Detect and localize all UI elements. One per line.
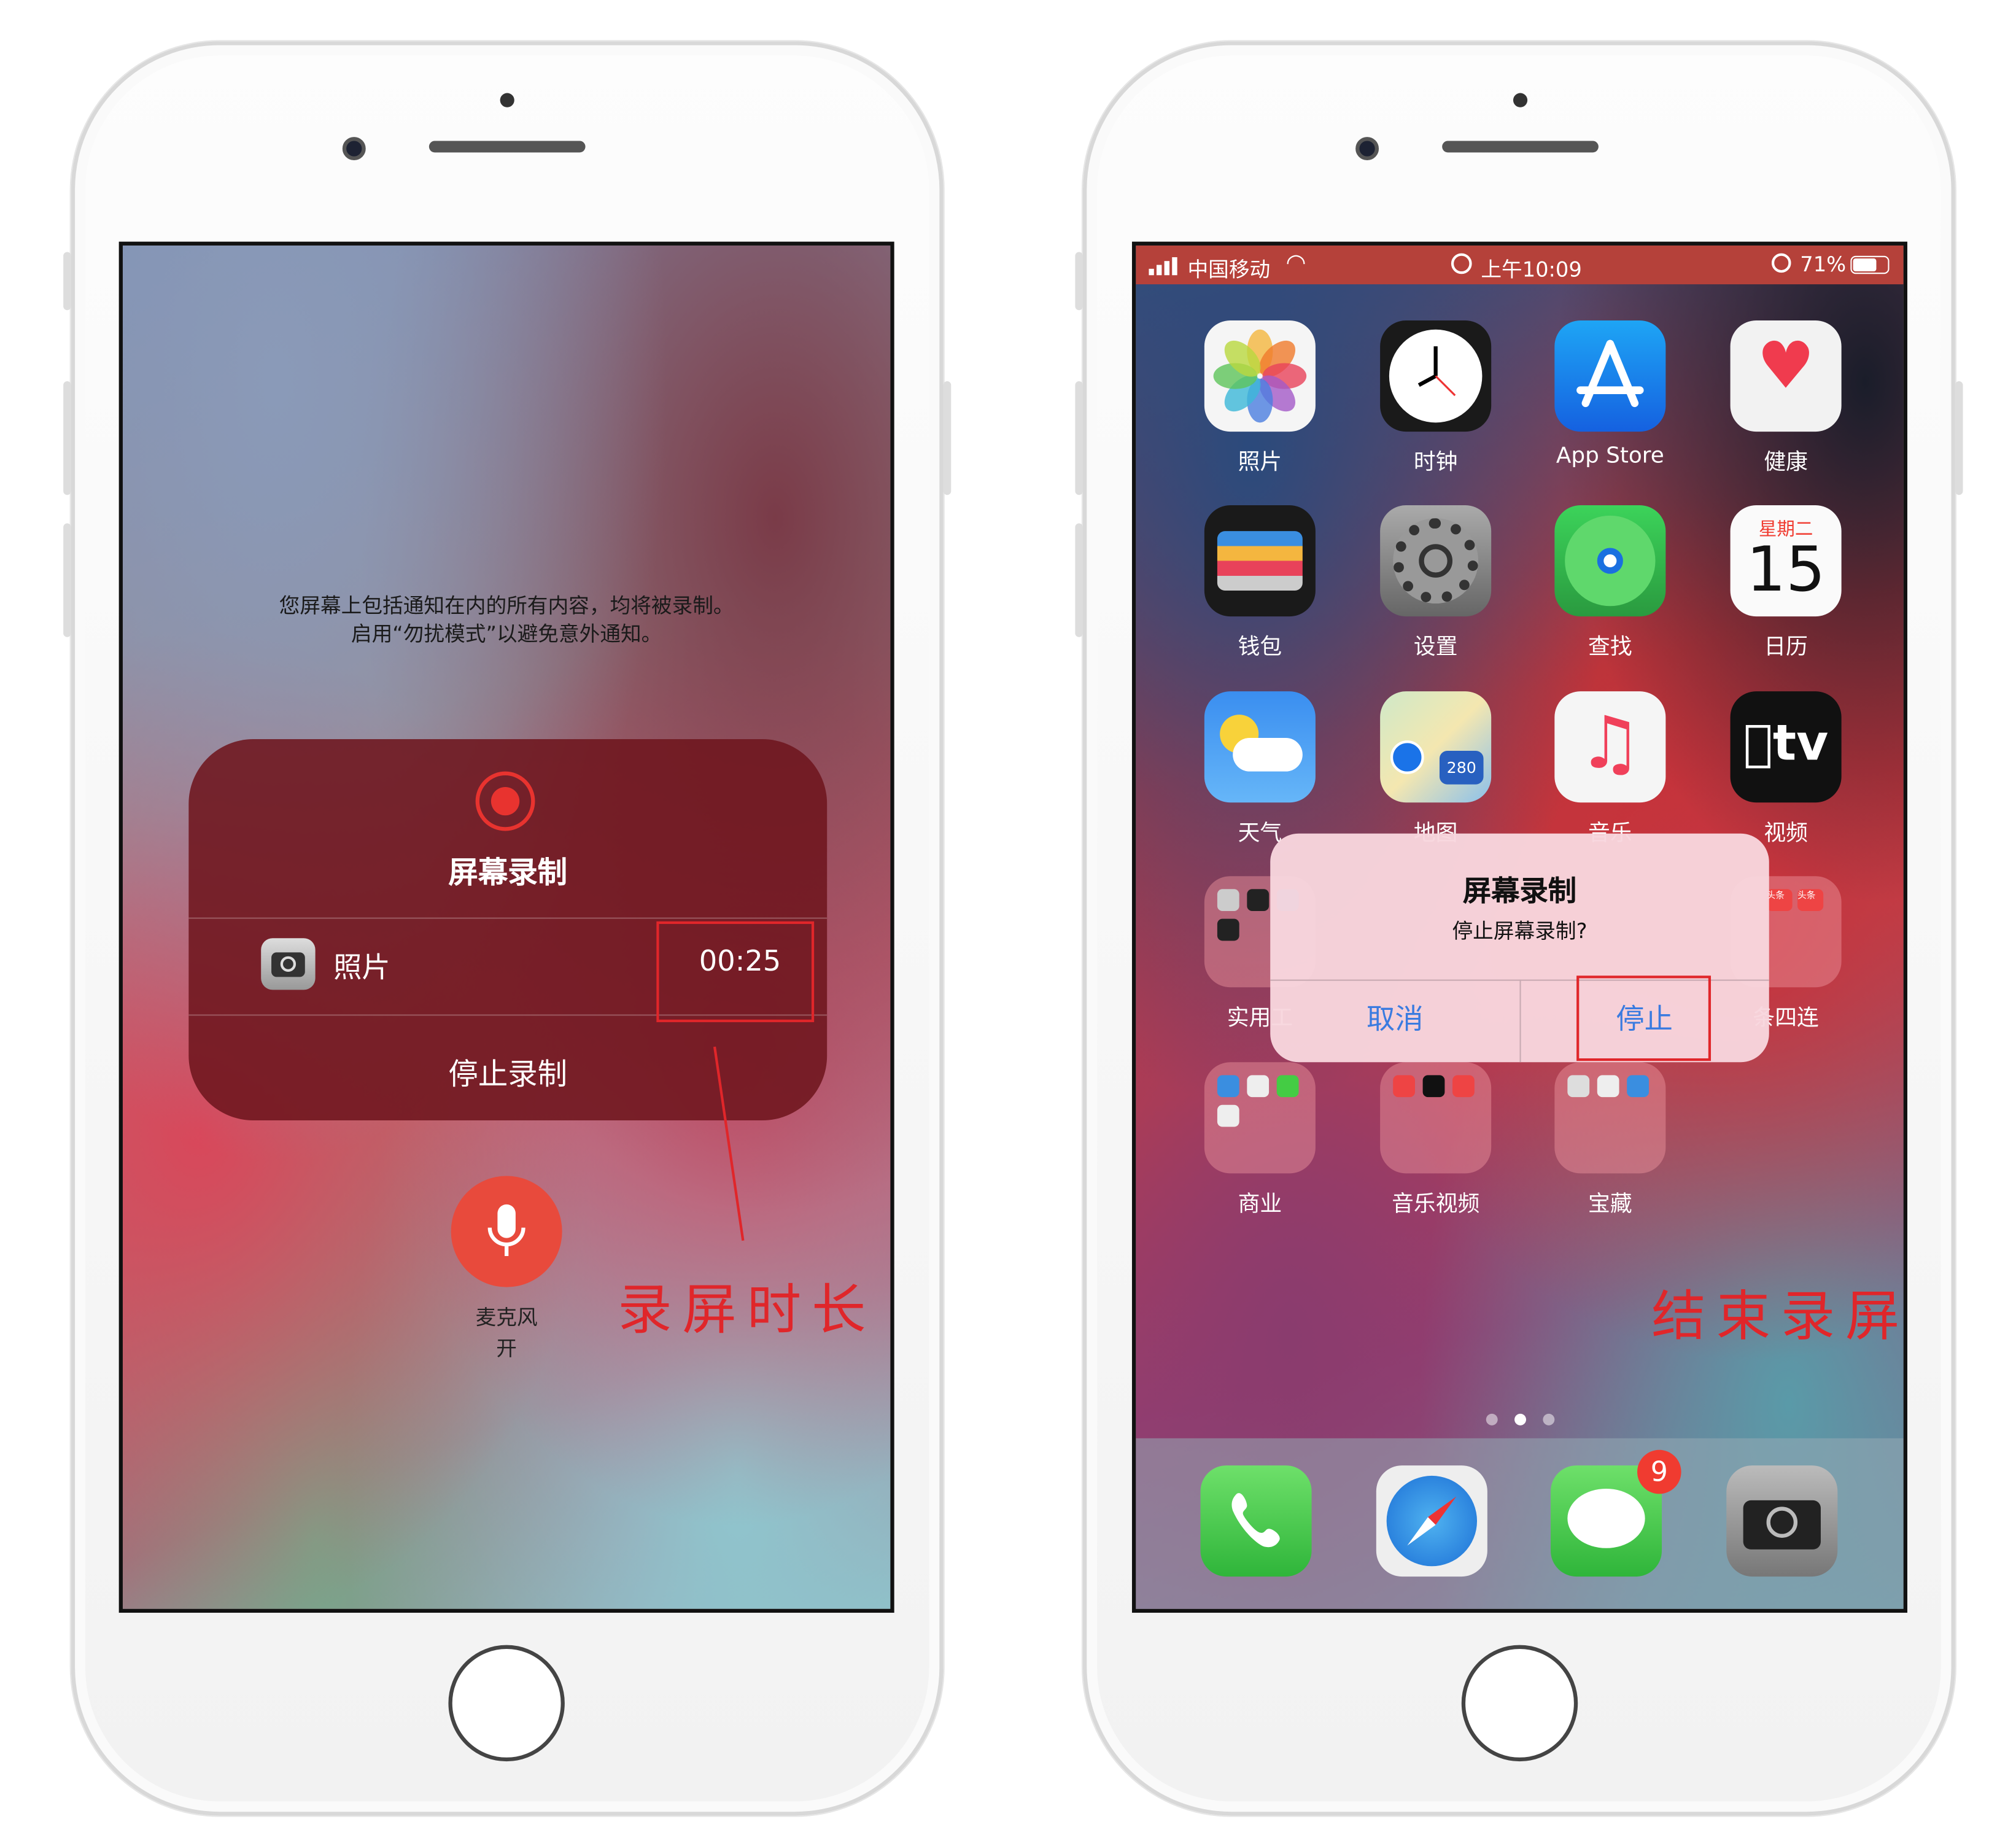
app-label: 查找 xyxy=(1588,634,1632,661)
folder-label: 宝藏 xyxy=(1588,1191,1632,1217)
messages-badge: 9 xyxy=(1637,1449,1681,1494)
wallet-icon[interactable] xyxy=(1204,505,1316,617)
dialog-message: 停止屏幕录制? xyxy=(1452,918,1588,944)
recording-indicator-icon xyxy=(1451,253,1472,274)
page-dot[interactable] xyxy=(1543,1413,1555,1425)
rotation-lock-icon xyxy=(1771,253,1791,273)
photos-icon[interactable] xyxy=(1204,320,1316,432)
calendar-icon[interactable]: 星期二 15 xyxy=(1730,505,1842,617)
signal-icon xyxy=(1149,257,1177,276)
maps-icon[interactable]: 280 xyxy=(1380,691,1492,803)
apple-tv-icon[interactable]: tv xyxy=(1730,691,1842,803)
toutiao-text: 头条 xyxy=(1766,889,1793,912)
home-button[interactable] xyxy=(1461,1645,1578,1762)
folder-icon[interactable] xyxy=(1554,1062,1666,1174)
annotation-end-recording: 结束录屏 xyxy=(1651,1284,1910,1348)
home-screen: 中国移动 ◠ 上午10:09 71% 照片 时钟 App Store ♥ 健康钱包 设置 查… xyxy=(1131,241,1907,1613)
wifi-icon: ◠ xyxy=(1285,249,1306,277)
calendar-day: 15 xyxy=(1746,533,1826,607)
settings-icon[interactable] xyxy=(1380,505,1492,617)
dialog-title: 屏幕录制 xyxy=(1462,876,1577,909)
folder-icon[interactable] xyxy=(1380,1062,1492,1174)
folder-icon[interactable] xyxy=(1204,1062,1316,1174)
app-label: 钱包 xyxy=(1238,634,1282,661)
status-bar: 中国移动 ◠ 上午10:09 71% xyxy=(1136,245,1904,285)
clock-icon[interactable] xyxy=(1380,320,1492,432)
battery-percent: 71% xyxy=(1800,252,1847,277)
annotation-recording-duration: 录屏时长 xyxy=(618,1278,877,1341)
safari-icon[interactable] xyxy=(1376,1465,1487,1577)
music-icon[interactable]: ♫ xyxy=(1554,691,1666,803)
tv-text: tv xyxy=(1758,715,1828,772)
app-label: 时钟 xyxy=(1413,449,1458,476)
camera-icon[interactable] xyxy=(1726,1465,1838,1577)
weather-icon[interactable] xyxy=(1204,691,1316,803)
maps-highway-badge: 280 xyxy=(1439,751,1484,785)
app-label: 照片 xyxy=(1238,449,1282,476)
dock: 9 xyxy=(1136,1438,1904,1609)
app-label: 设置 xyxy=(1413,634,1458,661)
battery-icon xyxy=(1850,255,1890,274)
app-store-icon[interactable] xyxy=(1554,320,1666,432)
app-label: 健康 xyxy=(1764,449,1808,476)
stop-highlight-box xyxy=(1576,975,1712,1061)
folder-label: 音乐视频 xyxy=(1392,1191,1480,1217)
carrier-name: 中国移动 xyxy=(1187,257,1271,282)
app-label: App Store xyxy=(1556,443,1664,470)
clock-time: 上午10:09 xyxy=(1481,257,1582,282)
cancel-button[interactable]: 取消 xyxy=(1270,980,1519,1063)
find-my-icon[interactable] xyxy=(1554,505,1666,617)
app-label: 日历 xyxy=(1764,634,1808,661)
page-dot[interactable] xyxy=(1486,1413,1498,1425)
health-icon[interactable]: ♥ xyxy=(1730,320,1842,432)
folder-label: 商业 xyxy=(1238,1191,1282,1217)
phone-icon[interactable] xyxy=(1200,1465,1312,1577)
page-dot-current[interactable] xyxy=(1514,1413,1527,1425)
